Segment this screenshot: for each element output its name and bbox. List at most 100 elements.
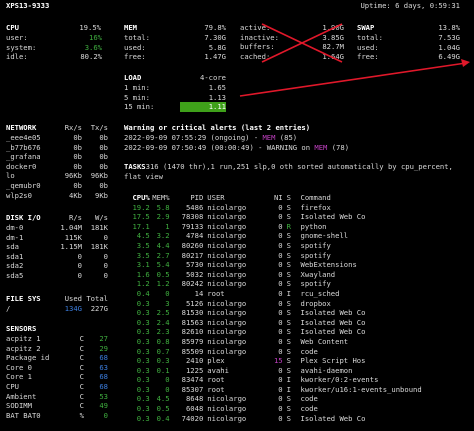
cpu-value: 80.2% <box>80 52 102 62</box>
process-row[interactable]: 3.1 5.4 5730 nicolargo 0 S WebExtensions <box>124 260 469 270</box>
process-cpu: 0.3 <box>136 365 150 375</box>
process-row[interactable]: 3.5 2.7 80217 nicolargo 0 Sspotify <box>124 251 469 261</box>
process-cpu: 17.1 <box>132 221 150 231</box>
process-row[interactable]: 19.2 5.8 5486 nicolargo 0 Sfirefox <box>124 203 469 213</box>
mem-extra-value: 82.7M <box>322 42 344 52</box>
swap-rows: total: 7.53G used: 1.04G free: 6.49G <box>357 33 460 62</box>
process-pid: 82610 <box>181 327 204 337</box>
sensor-unit: C <box>79 391 84 401</box>
process-pid: 6048 <box>185 404 204 414</box>
sensor-name: Core 0 <box>6 362 32 372</box>
process-s: S <box>286 317 291 327</box>
hostname: XPS13-9333 <box>6 1 50 10</box>
process-cpu: 0.3 <box>136 384 150 394</box>
disk-row: dm-1 115K 0 <box>6 233 110 243</box>
swap-value: 6.49G <box>438 52 460 62</box>
process-row[interactable]: 0.3 0.5 6048 nicolargo 0 Scode <box>124 404 469 414</box>
process-row[interactable]: 17.5 2.9 78308 nicolargo 0 S Isolated Web Co <box>124 212 469 222</box>
network-rx: 0b <box>73 152 82 162</box>
process-user: root <box>207 375 225 385</box>
process-mem: 5.8 <box>156 202 170 212</box>
disk-w: 181K <box>90 223 108 232</box>
process-row[interactable]: 3.5 4.4 80260 nicolargo 0 Sspotify <box>124 241 469 251</box>
load-cores: 4-core <box>200 73 226 82</box>
cpu-row: system: 3.6% <box>6 43 102 53</box>
mem-row: total: 7.30G <box>124 33 226 43</box>
process-header-ni[interactable]: NI <box>259 193 283 203</box>
red-arrow-line <box>239 62 467 97</box>
process-row[interactable]: 0.3 0 83474 root 0 Ikworker/0:2-events <box>124 375 469 385</box>
sensor-value: 68 <box>99 353 108 363</box>
red-arrow-head-icon <box>461 59 470 67</box>
process-row[interactable]: 0.3 2.5 81530 nicolargo 0 S Isolated Web Co <box>124 308 469 318</box>
process-pid: 80242 <box>181 279 204 289</box>
process-row[interactable]: 0.3 4.5 8648 nicolargo 0 Scode <box>124 394 469 404</box>
process-user: root <box>207 384 225 394</box>
process-cpu: 3.5 <box>136 240 150 250</box>
sensor-value: 53 <box>99 391 108 401</box>
swap-row: total: 7.53G <box>357 33 460 43</box>
process-row[interactable]: 0.3 0.7 85509 nicolargo 0 Scode <box>124 347 469 357</box>
process-row[interactable]: 0.3 0.1 1225 avahi 0 Savahi-daemon <box>124 366 469 376</box>
process-user: nicolargo <box>207 202 247 212</box>
process-header-cpu-pct[interactable]: CPU% <box>124 193 149 203</box>
sensor-value: 27 <box>99 334 108 343</box>
process-row[interactable]: 1.6 0.5 5032 nicolargo 0 S Xwayland <box>124 270 469 280</box>
process-ni: 0 <box>278 250 283 260</box>
cpu-rows: user: 16% system: 3.6% idle: 80.2% <box>6 33 102 62</box>
process-ni: 0 <box>278 231 283 241</box>
mem-extra-row: inactive: 3.85G <box>240 33 344 43</box>
process-row[interactable]: 0.3 2.3 82610 nicolargo 0 S Isolated Web Co <box>124 327 469 337</box>
process-ni: 0 <box>278 394 283 404</box>
process-row[interactable]: 0.3 0.3 2410 plex 15 S Plex Script Hos <box>124 356 469 366</box>
process-cmd: spotify <box>300 240 331 250</box>
network-tx: 0b <box>99 152 108 162</box>
sensor-unit: % <box>79 410 84 420</box>
process-header-pid[interactable]: PID <box>170 193 203 203</box>
process-ni: 0 <box>278 269 283 279</box>
process-cpu: 0.3 <box>136 346 150 356</box>
process-ni: 0 <box>278 298 283 308</box>
process-header-s[interactable]: S <box>283 193 297 203</box>
process-row[interactable]: 4.5 3.2 4784 nicolargo 0 Sgnome-shell <box>124 231 469 241</box>
process-row[interactable]: 0.4 0 14 root 0 Ircu_sched <box>124 289 469 299</box>
process-ni: 0 <box>278 346 283 356</box>
mem-value: 5.8G <box>208 42 226 52</box>
process-cpu: 4.5 <box>136 231 150 241</box>
cpu-value: 16% <box>89 33 102 42</box>
process-cpu: 0.3 <box>136 375 150 385</box>
process-s: S <box>286 212 291 222</box>
process-header-user[interactable]: USER <box>203 193 259 203</box>
process-mem: 0.8 <box>156 336 170 346</box>
process-header-mem-pct[interactable]: MEM% <box>150 193 169 203</box>
process-row[interactable]: 0.3 0.8 85979 nicolargo 0 S Web Content <box>124 337 469 347</box>
process-header-command[interactable]: Command <box>297 193 469 203</box>
process-mem: 4.5 <box>156 394 170 404</box>
sensor-row: BAT BAT0% 0 <box>6 411 110 421</box>
process-row[interactable]: 1.2 1.2 80242 nicolargo 0 Sspotify <box>124 279 469 289</box>
sensor-unit: C <box>79 334 84 343</box>
process-mem: 0 <box>165 375 170 385</box>
process-row[interactable]: 0.3 2.4 81563 nicolargo 0 S Isolated Web Co <box>124 318 469 328</box>
swap-value: 1.04G <box>438 42 460 52</box>
process-row[interactable]: 0.3 0.4 74020 nicolargo 0 S Isolated Web Co <box>124 414 469 424</box>
sensors-title: SENSORS <box>6 324 37 333</box>
tasks-view: flat view <box>124 172 163 181</box>
process-row[interactable]: 0.3 3 5126 nicolargo 0 Sdropbox <box>124 299 469 309</box>
process-pid: 4784 <box>185 231 204 241</box>
process-ni: 0 <box>278 404 283 414</box>
process-ni: 0 <box>278 327 283 337</box>
load-label: 1 min: <box>124 83 150 92</box>
disk-w: 0 <box>103 251 108 261</box>
process-row[interactable]: 0.3 0 85307 root 0 Ikworker/u16:1-events_unbo… <box>124 385 469 395</box>
process-row[interactable]: 17.1 1 79133 nicolargo 0 Rpython <box>124 222 469 232</box>
process-mem: 1 <box>165 221 170 231</box>
process-mem: 0.4 <box>156 413 170 423</box>
sensor-name: acpitz 1 <box>6 334 41 343</box>
process-cmd: Web Content <box>300 336 349 346</box>
process-cpu: 19.2 <box>132 202 150 212</box>
mem-label: used: <box>124 42 146 52</box>
process-s: S <box>286 231 291 241</box>
sensor-unit: C <box>79 372 84 382</box>
fs-rows: / 134G 227G <box>6 304 110 314</box>
